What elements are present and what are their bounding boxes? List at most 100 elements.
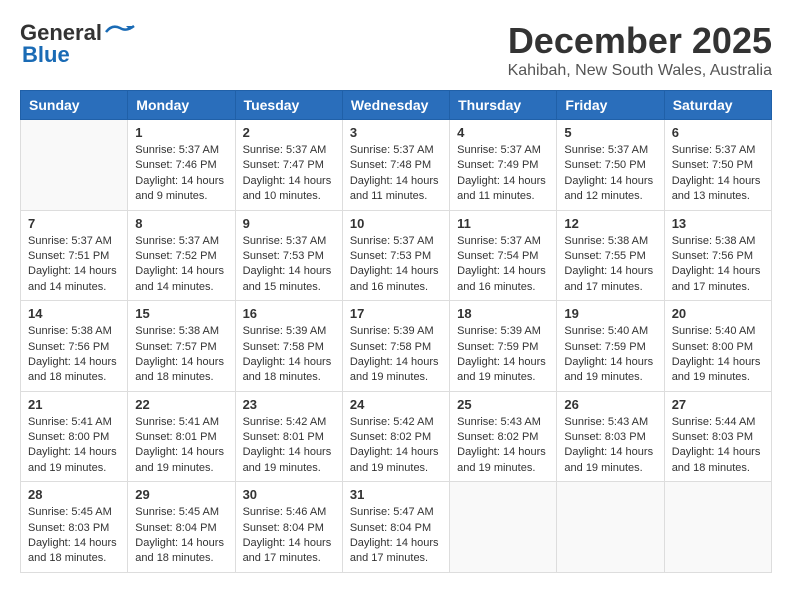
logo-bird-icon (104, 22, 136, 42)
day-info: Sunrise: 5:43 AMSunset: 8:03 PMDaylight:… (564, 415, 656, 477)
calendar-cell: 30Sunrise: 5:46 AMSunset: 8:04 PMDayligh… (235, 482, 342, 573)
day-info: Sunrise: 5:41 AMSunset: 8:00 PMDaylight:… (28, 415, 120, 477)
day-number: 20 (672, 306, 764, 321)
calendar-cell: 12 Sunrise: 5:38 AMSunset: 7:55 PMDayligh… (557, 210, 664, 301)
day-number: 7 (28, 216, 120, 231)
day-number: 5 (564, 125, 656, 140)
day-info: Sunrise: 5:38 AMSunset: 7:56 PMDaylight:… (672, 234, 764, 296)
calendar-cell: 25 Sunrise: 5:43 AMSunset: 8:02 PMDayligh… (450, 391, 557, 482)
calendar-cell: 5Sunrise: 5:37 AMSunset: 7:50 PMDaylight… (557, 120, 664, 211)
day-number: 1 (135, 125, 227, 140)
day-info: Sunrise: 5:37 AMSunset: 7:47 PMDaylight:… (243, 143, 335, 205)
day-number: 18 (457, 306, 549, 321)
calendar-cell: 28 Sunrise: 5:45 AMSunset: 8:03 PMDayligh… (21, 482, 128, 573)
day-header-thursday: Thursday (450, 91, 557, 120)
day-header-friday: Friday (557, 91, 664, 120)
day-info: Sunrise: 5:42 AMSunset: 8:02 PMDaylight:… (350, 415, 442, 477)
day-header-sunday: Sunday (21, 91, 128, 120)
day-number: 6 (672, 125, 764, 140)
calendar-cell (557, 482, 664, 573)
calendar-cell: 8Sunrise: 5:37 AMSunset: 7:52 PMDaylight… (128, 210, 235, 301)
day-info: Sunrise: 5:38 AMSunset: 7:57 PMDaylight:… (135, 324, 227, 386)
day-number: 11 (457, 216, 549, 231)
day-info: Sunrise: 5:39 AMSunset: 7:59 PMDaylight:… (457, 324, 549, 386)
calendar-cell: 18 Sunrise: 5:39 AMSunset: 7:59 PMDayligh… (450, 301, 557, 392)
calendar-cell: 21 Sunrise: 5:41 AMSunset: 8:00 PMDayligh… (21, 391, 128, 482)
day-number: 30 (243, 487, 335, 502)
day-info: Sunrise: 5:37 AMSunset: 7:50 PMDaylight:… (672, 143, 764, 205)
day-info: Sunrise: 5:38 AMSunset: 7:55 PMDaylight:… (564, 234, 656, 296)
day-info: Sunrise: 5:37 AMSunset: 7:53 PMDaylight:… (350, 234, 442, 296)
day-info: Sunrise: 5:39 AMSunset: 7:58 PMDaylight:… (350, 324, 442, 386)
day-info: Sunrise: 5:39 AMSunset: 7:58 PMDaylight:… (243, 324, 335, 386)
calendar-cell: 24 Sunrise: 5:42 AMSunset: 8:02 PMDayligh… (342, 391, 449, 482)
day-number: 12 (564, 216, 656, 231)
day-number: 13 (672, 216, 764, 231)
day-info: Sunrise: 5:45 AMSunset: 8:04 PMDaylight:… (135, 505, 227, 567)
day-info: Sunrise: 5:44 AMSunset: 8:03 PMDaylight:… (672, 415, 764, 477)
day-number: 14 (28, 306, 120, 321)
day-number: 29 (135, 487, 227, 502)
calendar-cell: 1 Sunrise: 5:37 AMSunset: 7:46 PMDaylight… (128, 120, 235, 211)
calendar-cell: 9 Sunrise: 5:37 AMSunset: 7:53 PMDaylight… (235, 210, 342, 301)
location-subtitle: Kahibah, New South Wales, Australia (508, 62, 772, 80)
day-number: 10 (350, 216, 442, 231)
calendar-cell: 22 Sunrise: 5:41 AMSunset: 8:01 PMDayligh… (128, 391, 235, 482)
calendar-cell: 27 Sunrise: 5:44 AMSunset: 8:03 PMDayligh… (664, 391, 771, 482)
calendar-cell: 16 Sunrise: 5:39 AMSunset: 7:58 PMDayligh… (235, 301, 342, 392)
day-number: 28 (28, 487, 120, 502)
day-number: 23 (243, 397, 335, 412)
calendar-cell: 19Sunrise: 5:40 AMSunset: 7:59 PMDayligh… (557, 301, 664, 392)
day-info: Sunrise: 5:37 AMSunset: 7:48 PMDaylight:… (350, 143, 442, 205)
calendar-cell: 15Sunrise: 5:38 AMSunset: 7:57 PMDayligh… (128, 301, 235, 392)
header: General Blue December 2025 Kahibah, New … (20, 20, 772, 80)
calendar-cell (664, 482, 771, 573)
calendar-cell: 31Sunrise: 5:47 AMSunset: 8:04 PMDayligh… (342, 482, 449, 573)
calendar-cell: 20 Sunrise: 5:40 AMSunset: 8:00 PMDayligh… (664, 301, 771, 392)
day-info: Sunrise: 5:40 AMSunset: 8:00 PMDaylight:… (672, 324, 764, 386)
day-number: 27 (672, 397, 764, 412)
day-number: 17 (350, 306, 442, 321)
calendar-week-row: 14 Sunrise: 5:38 AMSunset: 7:56 PMDayligh… (21, 301, 772, 392)
calendar-cell: 17 Sunrise: 5:39 AMSunset: 7:58 PMDayligh… (342, 301, 449, 392)
day-number: 25 (457, 397, 549, 412)
day-number: 26 (564, 397, 656, 412)
calendar-cell (450, 482, 557, 573)
day-info: Sunrise: 5:37 AMSunset: 7:54 PMDaylight:… (457, 234, 549, 296)
day-info: Sunrise: 5:37 AMSunset: 7:49 PMDaylight:… (457, 143, 549, 205)
day-info: Sunrise: 5:38 AMSunset: 7:56 PMDaylight:… (28, 324, 120, 386)
day-header-wednesday: Wednesday (342, 91, 449, 120)
day-number: 4 (457, 125, 549, 140)
day-header-tuesday: Tuesday (235, 91, 342, 120)
calendar-cell: 29 Sunrise: 5:45 AMSunset: 8:04 PMDayligh… (128, 482, 235, 573)
day-info: Sunrise: 5:43 AMSunset: 8:02 PMDaylight:… (457, 415, 549, 477)
calendar-header-row: SundayMondayTuesdayWednesdayThursdayFrid… (21, 91, 772, 120)
calendar-cell: 4 Sunrise: 5:37 AMSunset: 7:49 PMDaylight… (450, 120, 557, 211)
calendar-week-row: 7 Sunrise: 5:37 AMSunset: 7:51 PMDaylight… (21, 210, 772, 301)
calendar-cell: 6 Sunrise: 5:37 AMSunset: 7:50 PMDaylight… (664, 120, 771, 211)
calendar-week-row: 28 Sunrise: 5:45 AMSunset: 8:03 PMDayligh… (21, 482, 772, 573)
day-info: Sunrise: 5:37 AMSunset: 7:53 PMDaylight:… (243, 234, 335, 296)
day-info: Sunrise: 5:37 AMSunset: 7:51 PMDaylight:… (28, 234, 120, 296)
day-info: Sunrise: 5:37 AMSunset: 7:46 PMDaylight:… (135, 143, 227, 205)
day-number: 21 (28, 397, 120, 412)
day-number: 19 (564, 306, 656, 321)
calendar-table: SundayMondayTuesdayWednesdayThursdayFrid… (20, 90, 772, 573)
title-area: December 2025 Kahibah, New South Wales, … (508, 20, 772, 80)
day-header-monday: Monday (128, 91, 235, 120)
logo: General Blue (20, 20, 136, 68)
day-number: 22 (135, 397, 227, 412)
calendar-cell: 23Sunrise: 5:42 AMSunset: 8:01 PMDayligh… (235, 391, 342, 482)
calendar-cell: 3Sunrise: 5:37 AMSunset: 7:48 PMDaylight… (342, 120, 449, 211)
day-info: Sunrise: 5:45 AMSunset: 8:03 PMDaylight:… (28, 505, 120, 567)
calendar-week-row: 1 Sunrise: 5:37 AMSunset: 7:46 PMDaylight… (21, 120, 772, 211)
day-number: 16 (243, 306, 335, 321)
day-info: Sunrise: 5:41 AMSunset: 8:01 PMDaylight:… (135, 415, 227, 477)
day-number: 24 (350, 397, 442, 412)
calendar-cell (21, 120, 128, 211)
calendar-cell: 14 Sunrise: 5:38 AMSunset: 7:56 PMDayligh… (21, 301, 128, 392)
day-info: Sunrise: 5:47 AMSunset: 8:04 PMDaylight:… (350, 505, 442, 567)
calendar-cell: 7 Sunrise: 5:37 AMSunset: 7:51 PMDaylight… (21, 210, 128, 301)
day-info: Sunrise: 5:37 AMSunset: 7:52 PMDaylight:… (135, 234, 227, 296)
day-number: 9 (243, 216, 335, 231)
